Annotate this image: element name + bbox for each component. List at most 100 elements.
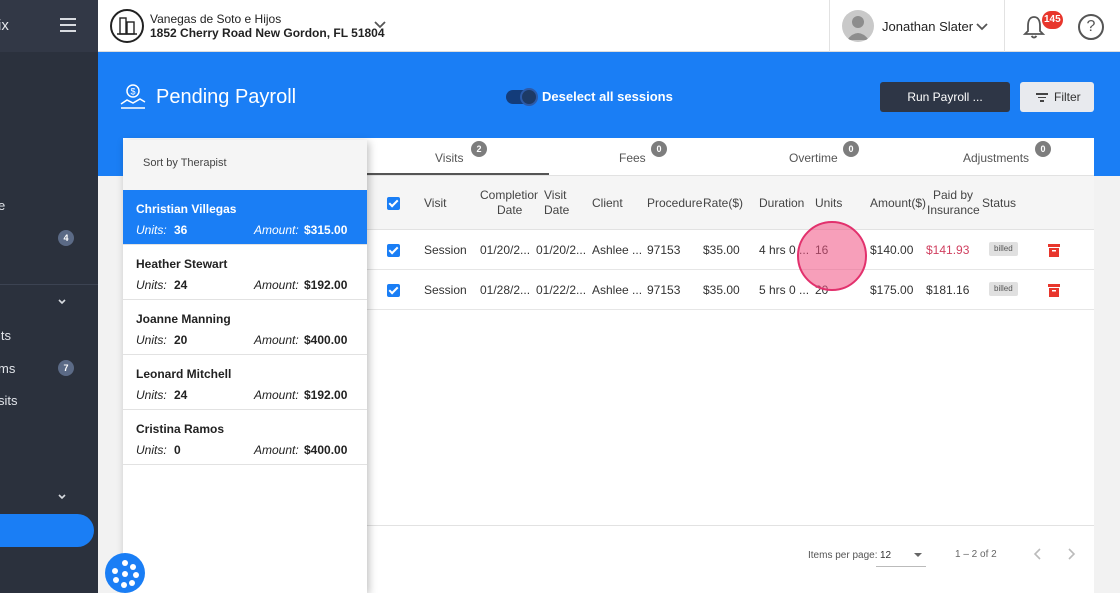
cell-rate: $35.00 (703, 243, 740, 257)
user-name[interactable]: Jonathan Slater (882, 19, 973, 34)
sidebar-item-label[interactable]: ms (0, 361, 15, 376)
notification-badge: 145 (1042, 11, 1063, 29)
amount-value: $192.00 (304, 278, 348, 292)
column-header: Insurance (927, 203, 980, 217)
tab-overtime[interactable]: Overtime 0 (731, 138, 913, 176)
sidebar-item-active[interactable] (0, 514, 94, 547)
chevron-down-icon[interactable] (57, 492, 67, 502)
company-address: 1852 Cherry Road New Gordon, FL 51804 (150, 26, 385, 40)
cell-visit: Session (424, 283, 467, 297)
therapist-name: Leonard Mitchell (136, 367, 232, 381)
cell-visit-date: 01/20/2... (536, 243, 587, 257)
therapist-item[interactable]: Cristina Ramos Units: 0 Amount: $400.00 (123, 410, 367, 465)
help-icon[interactable]: ? (1078, 14, 1104, 40)
archive-icon[interactable] (1048, 283, 1060, 297)
cell-amount: $140.00 (870, 243, 914, 257)
column-header: Procedure (647, 196, 703, 210)
therapist-item[interactable]: Joanne Manning Units: 20 Amount: $400.00 (123, 300, 367, 355)
table-row[interactable]: Session 01/28/2... 01/22/2... Ashlee ...… (367, 270, 1094, 310)
items-per-page-value: 12 (880, 550, 892, 561)
cell-amount: $175.00 (870, 283, 914, 297)
units-value: 24 (174, 278, 188, 292)
company-chevron-down-icon[interactable] (372, 16, 388, 32)
units-label: Units: (136, 278, 167, 292)
row-checkbox[interactable] (387, 244, 400, 257)
cell-procedure: 97153 (647, 243, 681, 257)
select-all-checkbox[interactable] (387, 197, 400, 210)
tab-fees[interactable]: Fees 0 (549, 138, 731, 176)
run-payroll-button[interactable]: Run Payroll ... (880, 82, 1010, 112)
therapist-name: Joanne Manning (136, 312, 231, 326)
cell-units: 20 (815, 283, 829, 297)
next-page-icon[interactable] (1063, 546, 1079, 562)
table-row[interactable]: Session 01/20/2... 01/20/2... Ashlee ...… (367, 230, 1094, 270)
header-divider (829, 0, 830, 52)
units-value: 24 (174, 388, 188, 402)
cell-duration: 5 hrs 0 ... (759, 283, 810, 297)
sidebar-badge: 7 (58, 360, 74, 376)
deselect-sessions-toggle[interactable] (506, 88, 538, 106)
column-header: Rate($) (703, 196, 744, 210)
sidebar-divider (0, 284, 98, 285)
items-per-page-label: Items per page: (808, 550, 878, 561)
amount-value: $192.00 (304, 388, 348, 402)
avatar[interactable] (842, 10, 874, 42)
sidebar-item-label[interactable]: sits (0, 393, 18, 408)
amount-value: $315.00 (304, 223, 348, 237)
chevron-down-icon[interactable] (57, 297, 67, 307)
tab-count-badge: 0 (1035, 141, 1051, 157)
sidebar-item-label[interactable]: its (0, 328, 11, 343)
therapist-item[interactable]: Christian Villegas Units: 36 Amount: $31… (123, 190, 367, 245)
cell-completion-date: 01/20/2... (480, 243, 531, 257)
therapist-item[interactable]: Leonard Mitchell Units: 24 Amount: $192.… (123, 355, 367, 410)
units-label: Units: (136, 333, 167, 347)
filter-button[interactable]: Filter (1020, 82, 1094, 112)
column-header: Date (544, 203, 570, 217)
archive-icon[interactable] (1048, 243, 1060, 257)
tab-label: Fees (619, 151, 646, 165)
amount-label: Amount: (254, 223, 299, 237)
therapist-item[interactable]: Heather Stewart Units: 24 Amount: $192.0… (123, 245, 367, 300)
hamburger-menu-icon[interactable] (60, 18, 76, 32)
cell-client: Ashlee ... (592, 243, 643, 257)
header-divider (1004, 0, 1005, 52)
column-header: Units (815, 196, 843, 210)
column-header: Visit (424, 196, 447, 210)
toggle-label[interactable]: Deselect all sessions (542, 89, 673, 104)
cell-paid-by-insurance: $181.16 (926, 283, 970, 297)
cell-completion-date: 01/28/2... (480, 283, 531, 297)
sidebar-item-label[interactable]: e (0, 198, 5, 213)
items-per-page-select[interactable]: 12 (876, 543, 926, 567)
tabs: Visits 2 Fees 0 Overtime 0 Adjustments 0 (367, 138, 1094, 176)
cell-duration: 4 hrs 0 ... (759, 243, 810, 257)
svg-text:$: $ (131, 87, 136, 97)
column-header: Duration (759, 196, 805, 210)
page-title: Pending Payroll (156, 86, 297, 108)
units-value: 36 (174, 223, 188, 237)
amount-label: Amount: (254, 333, 299, 347)
table-header: Visit Completion Date Visit Date Client … (367, 176, 1094, 230)
therapist-name: Christian Villegas (136, 202, 237, 216)
active-tab-indicator (367, 173, 549, 175)
tab-count-badge: 0 (651, 141, 667, 157)
tab-visits[interactable]: Visits 2 (367, 138, 549, 176)
payroll-icon: $ (120, 84, 146, 109)
sidebar-badge: 4 (58, 230, 74, 246)
sort-by-therapist-label: Sort by Therapist (143, 157, 227, 169)
previous-page-icon[interactable] (1030, 546, 1046, 562)
amount-value: $400.00 (304, 333, 348, 347)
toggle-knob (520, 88, 538, 106)
panel-header: Sort by Therapist (123, 140, 367, 190)
row-checkbox[interactable] (387, 284, 400, 297)
tab-adjustments[interactable]: Adjustments 0 (913, 138, 1094, 176)
table-footer-divider (367, 525, 1094, 526)
cell-units: 16 (815, 243, 829, 257)
filter-label: Filter (1054, 90, 1081, 104)
units-value: 0 (174, 443, 181, 457)
brand-text: ix (0, 17, 9, 34)
user-chevron-down-icon[interactable] (974, 18, 990, 34)
chat-widget-icon[interactable] (105, 553, 145, 593)
company-name: Vanegas de Soto e Hijos (150, 12, 282, 26)
sidebar-brand: ix (0, 0, 98, 52)
amount-label: Amount: (254, 278, 299, 292)
